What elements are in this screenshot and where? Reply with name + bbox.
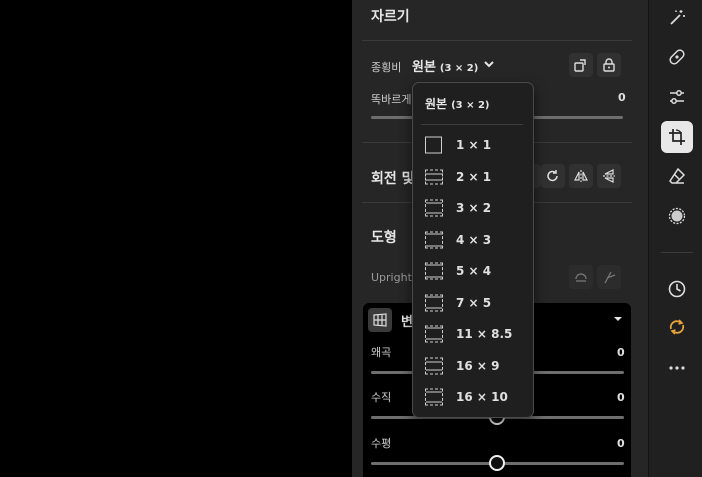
aspect-option[interactable]: 1 × 1 <box>413 130 533 160</box>
aspect-option-label: 5 × 4 <box>456 264 492 278</box>
lock-aspect-button[interactable] <box>597 53 621 77</box>
straighten-value: 0 <box>618 91 626 104</box>
orientation-icon <box>574 59 586 72</box>
grid-warp-icon <box>373 313 387 327</box>
horizontal-slider-thumb[interactable] <box>489 455 505 471</box>
aspect-option[interactable]: 2 × 1 <box>413 162 533 192</box>
auto-enhance-button[interactable] <box>661 2 693 34</box>
aspect-option-label: 2 × 1 <box>456 170 492 184</box>
straighten-label: 똑바르게 <box>371 93 412 106</box>
aspect-ratio: (3 × 2) <box>439 63 479 74</box>
chevron-down-icon[interactable] <box>482 58 496 70</box>
aspect-option-label: 1 × 1 <box>456 138 492 152</box>
heal-button[interactable] <box>661 41 693 73</box>
crop-title: 자르기 <box>371 9 410 25</box>
rotate-right-icon <box>547 170 558 182</box>
flip-horizontal-button[interactable] <box>569 164 593 188</box>
horizontal-label: 수평 <box>371 437 392 450</box>
upright-label: Upright <box>371 271 412 284</box>
history-icon <box>668 280 686 298</box>
crop-rotate-button[interactable] <box>661 121 693 153</box>
presets-button[interactable] <box>661 311 693 343</box>
ratio-11x8-icon <box>425 325 443 343</box>
masking-button[interactable] <box>661 200 693 232</box>
divider <box>362 40 632 41</box>
vertical-label: 수직 <box>371 391 392 404</box>
swap-orientation-button[interactable] <box>569 53 593 77</box>
grid-warp-button[interactable] <box>368 308 392 332</box>
aspect-label: 종횡비 <box>371 61 402 74</box>
upright-reset-button[interactable] <box>569 265 593 289</box>
rotate-title: 회전 및 <box>371 171 415 187</box>
right-toolbar <box>648 0 702 477</box>
distortion-label: 왜곡 <box>371 346 392 359</box>
more-icon <box>669 366 685 370</box>
aspect-option[interactable]: 7 × 5 <box>413 288 533 318</box>
remove-button[interactable] <box>661 160 693 192</box>
aspect-option-label: 11 × 8.5 <box>456 327 513 341</box>
aspect-ratio-dropdown: 원본 (3 × 2) 1 × 1 2 × 1 3 × 2 4 × 3 5 × 4 … <box>412 82 534 418</box>
aspect-option-label: 16 × 9 <box>456 359 500 373</box>
dropdown-header-label: 원본 <box>425 97 448 111</box>
ratio-4x3-icon <box>425 231 443 249</box>
more-options-button[interactable] <box>661 352 693 384</box>
guided-lines-icon <box>604 271 616 284</box>
aspect-option[interactable]: 3 × 2 <box>413 193 533 223</box>
dropdown-original-option[interactable]: 원본 (3 × 2) <box>425 95 490 112</box>
flip-vertical-button[interactable] <box>597 164 621 188</box>
aspect-value: 원본 <box>412 60 436 75</box>
magic-wand-icon <box>670 10 685 25</box>
distortion-value: 0 <box>617 346 625 359</box>
presets-icon <box>669 319 685 335</box>
adjust-sliders-icon <box>670 90 684 104</box>
dropdown-header-ratio: (3 × 2) <box>451 100 490 111</box>
ratio-7x5-icon <box>425 294 443 312</box>
flip-vertical-icon <box>603 169 615 183</box>
crop-rotate-icon <box>669 129 685 145</box>
caret-down-icon[interactable] <box>613 315 623 323</box>
guided-upright-button[interactable] <box>597 265 621 289</box>
toolbar-separator <box>661 252 693 253</box>
aspect-option[interactable]: 4 × 3 <box>413 225 533 255</box>
ratio-16x9-icon <box>425 357 443 375</box>
aspect-option[interactable]: 5 × 4 <box>413 256 533 286</box>
ratio-2x1-icon <box>425 169 443 185</box>
aspect-option-label: 3 × 2 <box>456 201 492 215</box>
aspect-option[interactable]: 16 × 9 <box>413 351 533 381</box>
flip-horizontal-icon <box>574 170 588 182</box>
ratio-5x4-icon <box>425 262 443 280</box>
dropdown-separator <box>421 124 523 125</box>
undo-arc-icon <box>575 273 587 282</box>
aspect-select[interactable]: 원본 (3 × 2) <box>412 56 478 75</box>
ratio-16x10-icon <box>425 388 443 406</box>
healing-icon <box>669 49 685 65</box>
vertical-value: 0 <box>617 391 625 404</box>
eraser-icon <box>669 167 686 184</box>
aspect-option-label: 4 × 3 <box>456 233 492 247</box>
aspect-option-label: 7 × 5 <box>456 296 492 310</box>
adjust-button[interactable] <box>661 81 693 113</box>
aspect-option[interactable]: 11 × 8.5 <box>413 319 533 349</box>
radial-icon <box>668 207 686 225</box>
aspect-option-label: 16 × 10 <box>456 390 508 404</box>
horizontal-value: 0 <box>617 437 625 450</box>
ratio-3x2-icon <box>425 199 443 217</box>
geometry-title: 도형 <box>371 230 397 246</box>
rotate-right-button[interactable] <box>541 164 565 188</box>
lock-icon <box>603 58 615 72</box>
history-button[interactable] <box>661 273 693 305</box>
aspect-option[interactable]: 16 × 10 <box>413 382 533 412</box>
ratio-1x1-icon <box>425 136 442 154</box>
image-canvas[interactable] <box>0 0 352 477</box>
